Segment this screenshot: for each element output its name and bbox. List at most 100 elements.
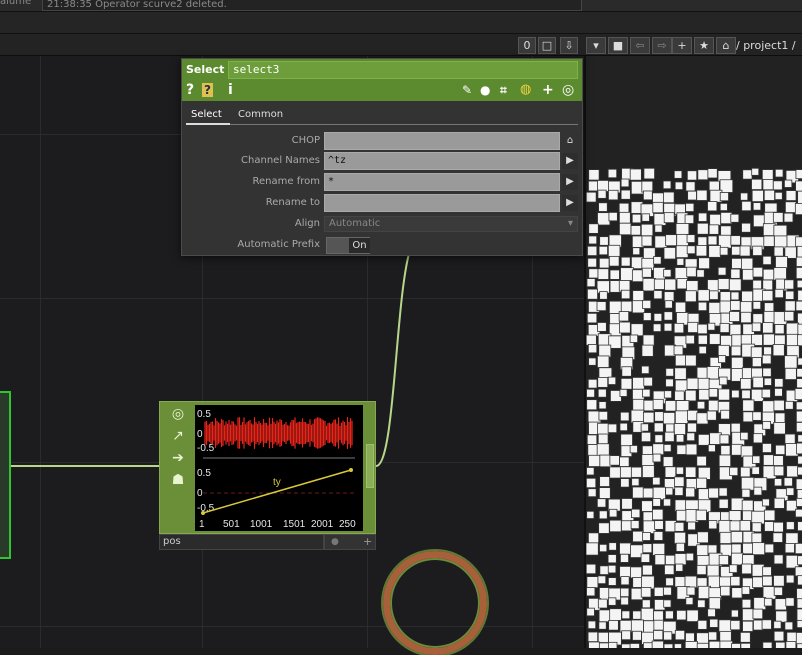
cube: [785, 521, 795, 530]
cube: [773, 246, 784, 257]
cube: [608, 620, 619, 631]
menu-arrow-icon[interactable]: ▶: [562, 153, 578, 169]
ring-node[interactable]: [383, 551, 487, 655]
python-icon[interactable]: ◍: [520, 83, 531, 97]
cube: [785, 554, 800, 569]
cube: [720, 445, 731, 456]
node-pos[interactable]: ◎ ↗ ➔ ☗ 0.5 0 -0.5 0.5 0 -0.5 1 501 1001…: [159, 401, 376, 534]
cube: [631, 477, 640, 487]
cube: [751, 322, 762, 332]
cube: [673, 322, 685, 334]
cube: [609, 608, 622, 621]
cube: [729, 520, 741, 532]
cube: [621, 630, 631, 641]
cube: [784, 355, 798, 369]
cube: [684, 214, 695, 224]
cube: [588, 641, 601, 648]
cube: [752, 279, 762, 290]
clone-icon[interactable]: ⌗: [500, 83, 507, 97]
help-icon[interactable]: ?: [186, 83, 194, 97]
display-icon[interactable]: ➔: [168, 448, 188, 468]
automatic-prefix-toggle[interactable]: On: [326, 237, 370, 254]
param-field-rename-to[interactable]: [324, 194, 560, 212]
left-node[interactable]: [0, 391, 11, 559]
cube: [772, 180, 783, 191]
target-icon[interactable]: ◎: [562, 83, 574, 97]
dot-icon[interactable]: ●: [331, 537, 339, 547]
cube: [632, 290, 645, 302]
node-name-field[interactable]: pos: [159, 534, 324, 550]
cube: [730, 576, 741, 587]
cube: [621, 498, 633, 510]
param-field-rename-from[interactable]: *: [324, 173, 560, 191]
node-name-buttons[interactable]: ● +: [324, 534, 376, 550]
python-help-icon[interactable]: ?: [202, 83, 213, 97]
edit-icon[interactable]: ✎: [462, 83, 472, 97]
cube: [598, 202, 608, 212]
top-tick-0: 0.5: [197, 409, 211, 420]
cube: [664, 400, 677, 412]
cube: [795, 632, 802, 645]
param-label-rename-to: Rename to: [265, 197, 320, 208]
cube: [608, 597, 617, 606]
cube: [665, 423, 675, 433]
cube: [762, 279, 774, 291]
add-icon[interactable]: +: [542, 83, 554, 97]
plus-icon[interactable]: +: [363, 535, 372, 548]
cube: [741, 499, 754, 512]
cube: [620, 478, 630, 488]
param-field-chop[interactable]: [324, 132, 560, 150]
cube: [796, 608, 802, 621]
geometry-viewer[interactable]: [584, 56, 802, 648]
cube: [742, 399, 755, 412]
align-dropdown[interactable]: Automatic ▾: [324, 216, 578, 232]
cube: [586, 399, 598, 411]
info-icon[interactable]: i: [228, 83, 233, 97]
cube: [653, 619, 665, 631]
cube: [588, 180, 599, 192]
chevron-down-icon: ▾: [567, 218, 573, 229]
cube: [772, 344, 785, 357]
cube: [674, 553, 687, 566]
cube: [719, 434, 730, 445]
cube: [752, 455, 761, 464]
cube: [697, 334, 708, 345]
cube: [608, 212, 618, 222]
cube: [761, 169, 774, 181]
cube: [773, 465, 785, 477]
tab-select[interactable]: Select: [191, 109, 222, 120]
op-name-field[interactable]: select3: [228, 61, 578, 79]
cube: [706, 366, 721, 380]
cube: [620, 377, 633, 390]
cube: [640, 586, 652, 598]
cube: [630, 566, 643, 579]
ty-point: [201, 511, 205, 515]
bypass-icon[interactable]: ↗: [168, 426, 188, 446]
cube: [751, 466, 760, 475]
cube: [654, 520, 664, 530]
cube: [774, 168, 784, 178]
cube: [629, 643, 640, 648]
comment-icon[interactable]: ●: [480, 83, 490, 97]
cube: [598, 522, 610, 534]
node-outlet[interactable]: [366, 444, 374, 488]
menu-arrow-icon[interactable]: ▶: [562, 174, 578, 190]
cube: [652, 201, 664, 214]
lock-icon[interactable]: ☗: [168, 470, 188, 490]
cube: [696, 455, 707, 467]
tab-common[interactable]: Common: [238, 109, 283, 120]
cube: [588, 223, 599, 234]
cube: [599, 291, 608, 300]
cube: [596, 498, 607, 508]
cube: [597, 575, 607, 585]
menu-arrow-icon[interactable]: ▶: [562, 195, 578, 211]
cube: [663, 322, 673, 332]
drop-target-icon[interactable]: ⌂: [562, 133, 578, 149]
cube: [664, 610, 674, 620]
cube: [630, 466, 642, 478]
x-tick-0: 1: [199, 519, 205, 530]
cube: [717, 344, 730, 357]
cube: [687, 321, 699, 333]
param-field-channel-names[interactable]: ^tz: [324, 152, 560, 170]
viewer-icon[interactable]: ◎: [168, 404, 188, 424]
